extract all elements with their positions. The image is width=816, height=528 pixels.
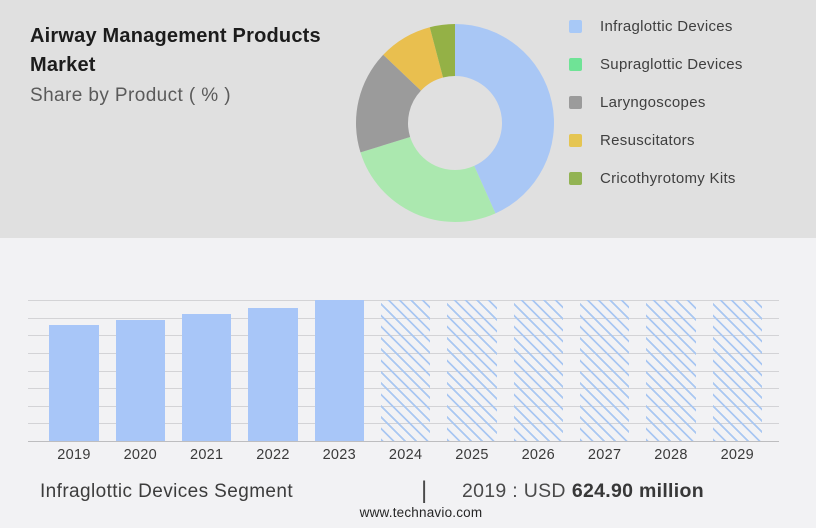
bar-chart-panel: 2019 2020 2021 2022 2023 2024 2025 2026 2027 2028…: [0, 238, 816, 528]
bar-2021: [182, 314, 232, 441]
legend-swatch-icon: [569, 171, 582, 185]
infographic-page: Airway Management Products Market Share b…: [0, 0, 816, 528]
x-tick-label: 2029: [720, 447, 755, 463]
legend-swatch-icon: [569, 19, 582, 33]
page-title-line1: Airway Management Products: [30, 25, 321, 47]
x-tick-label: 2022: [256, 447, 290, 463]
bar-chart: 2019 2020 2021 2022 2023 2024 2025 2026 2027 2028…: [28, 300, 779, 463]
title-block: Airway Management Products Market Share b…: [30, 22, 350, 107]
legend-swatch-icon: [569, 57, 582, 71]
page-title: Airway Management Products Market: [30, 22, 350, 80]
bar-2025-forecast: [447, 300, 497, 441]
donut-legend: Infraglottic Devices Supraglottic Devices…: [569, 13, 809, 203]
bar-2019: [49, 325, 99, 441]
segment-value: 2019 : USD 624.90 million: [462, 480, 704, 503]
divider: |: [421, 477, 428, 504]
page-title-line2: Market: [30, 54, 96, 76]
bar-2028-forecast: [646, 300, 696, 441]
legend-label: Infraglottic Devices: [600, 17, 733, 35]
bar-2023: [314, 300, 364, 441]
bar-2029-forecast: [712, 300, 762, 441]
x-tick-label: 2027: [587, 447, 622, 463]
x-tick-label: 2019: [57, 447, 91, 463]
legend-item: Cricothyrotomy Kits: [569, 165, 809, 191]
legend-item: Laryngoscopes: [569, 89, 809, 115]
x-axis-line: [28, 441, 779, 442]
x-tick-label: 2023: [322, 447, 357, 463]
segment-value-prefix: 2019 : USD: [462, 480, 566, 502]
legend-swatch-icon: [569, 133, 582, 147]
legend-label: Laryngoscopes: [600, 93, 706, 111]
legend-label: Resuscitators: [600, 131, 695, 149]
x-tick-label: 2028: [654, 447, 688, 463]
donut-chart-subtitle: Share by Product ( % ): [30, 85, 231, 106]
x-tick-label: 2024: [388, 447, 423, 463]
bar-2022: [248, 307, 298, 441]
legend-label: Cricothyrotomy Kits: [600, 169, 736, 187]
donut-chart: [356, 24, 555, 223]
segment-value-amount: 624.90 million: [571, 480, 704, 502]
website-url: www.technavio.com: [359, 505, 483, 520]
bar-2027-forecast: [579, 300, 630, 441]
x-tick-label: 2021: [189, 447, 224, 463]
legend-item: Resuscitators: [569, 127, 809, 153]
segment-label: Infraglottic Devices Segment: [40, 481, 294, 502]
x-tick-label: 2020: [123, 447, 158, 463]
bar-2020: [115, 319, 165, 441]
legend-item: Infraglottic Devices: [569, 13, 809, 39]
bar-2024-forecast: [380, 300, 431, 441]
x-tick-label: 2025: [455, 447, 489, 463]
legend-label: Supraglottic Devices: [600, 55, 743, 73]
legend-item: Supraglottic Devices: [569, 51, 809, 77]
header-panel: Airway Management Products Market Share b…: [0, 0, 816, 238]
donut-slice-supraglottic-devices: [360, 136, 496, 223]
bar-2026-forecast: [513, 300, 563, 441]
legend-swatch-icon: [569, 95, 582, 109]
x-tick-label: 2026: [521, 447, 556, 463]
